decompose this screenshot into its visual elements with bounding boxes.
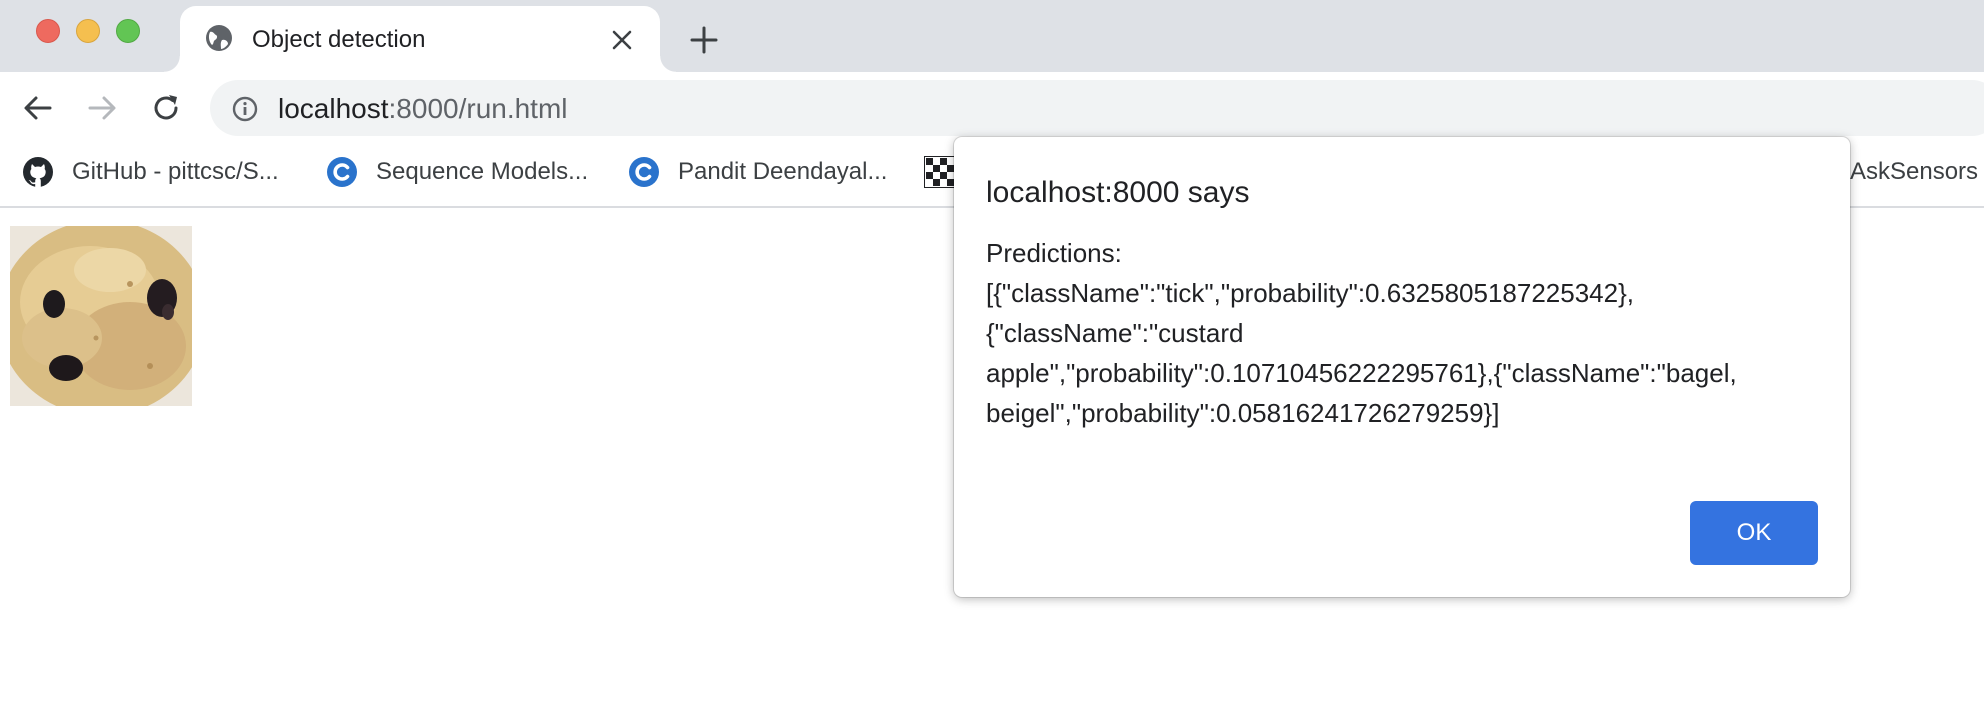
muffin-image: [10, 226, 192, 406]
tab-close-icon[interactable]: [610, 28, 634, 52]
reload-icon[interactable]: [148, 90, 184, 126]
tab-object-detection[interactable]: Object detection: [164, 6, 676, 72]
back-arrow-icon[interactable]: [20, 90, 56, 126]
bookmark-label: GitHub - pittcsc/S...: [72, 158, 279, 185]
globe-icon: [206, 25, 232, 51]
window-zoom-button[interactable]: [116, 19, 140, 43]
coursera-icon: [327, 157, 357, 187]
address-bar[interactable]: localhost:8000/run.html: [210, 80, 1984, 136]
dialog-title: localhost:8000 says: [986, 176, 1250, 209]
bookmark-sequence-models[interactable]: Sequence Models...: [326, 154, 588, 190]
bookmark-label: Pandit Deendayal...: [678, 158, 888, 185]
coursera-icon: [629, 157, 659, 187]
window-close-button[interactable]: [36, 19, 60, 43]
bookmark-label: AskSensors: [1850, 158, 1979, 185]
tab-strip: Object detection: [0, 0, 1984, 72]
bookmark-label: Sequence Models...: [376, 158, 589, 185]
alert-dialog: localhost:8000 says Predictions: [{"clas…: [954, 137, 1850, 597]
forward-arrow-icon[interactable]: [84, 90, 120, 126]
bookmark-asksensors[interactable]: AskSensors: [1850, 154, 1978, 190]
dialog-message: Predictions: [{"className":"tick","proba…: [986, 238, 1737, 428]
bookmark-pandit-deendayal[interactable]: Pandit Deendayal...: [628, 154, 887, 190]
ok-button[interactable]: OK: [1690, 501, 1818, 565]
checkered-icon: [924, 156, 956, 188]
bookmark-github[interactable]: GitHub - pittcsc/S...: [22, 154, 279, 190]
new-tab-icon[interactable]: [688, 24, 720, 56]
info-icon[interactable]: [232, 96, 258, 122]
url-path: :8000/run.html: [388, 93, 568, 124]
window-minimize-button[interactable]: [76, 19, 100, 43]
github-icon: [23, 157, 53, 187]
url-host: localhost: [278, 93, 389, 124]
browser-toolbar: localhost:8000/run.html: [0, 72, 1984, 142]
url-text: localhost:8000/run.html: [278, 93, 568, 125]
tab-title: Object detection: [252, 26, 426, 53]
